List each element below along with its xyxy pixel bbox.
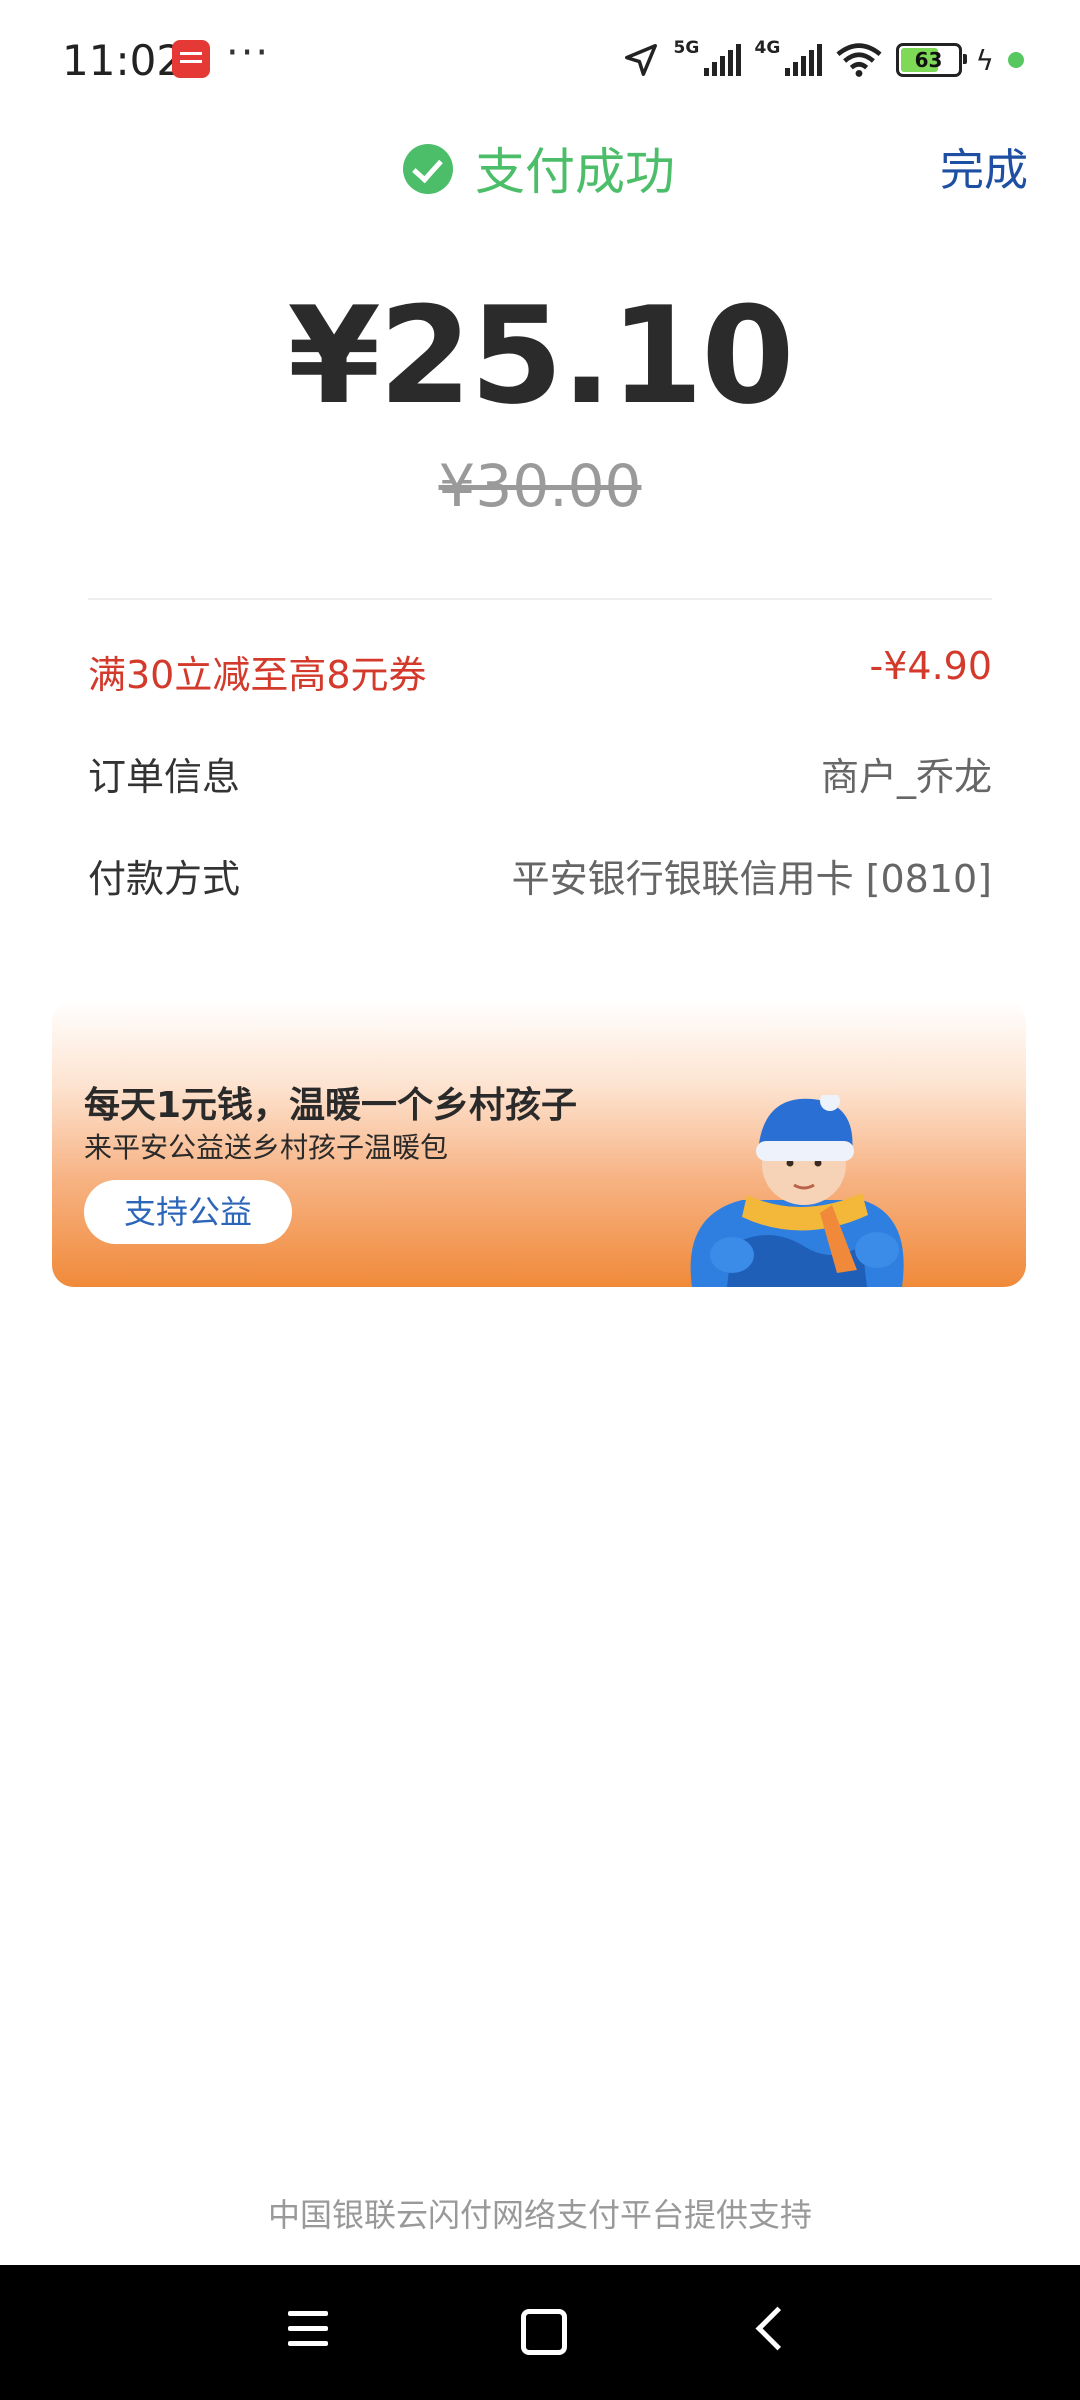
menu-icon[interactable]	[288, 2311, 328, 2351]
paid-amount: ¥25.10	[287, 278, 794, 434]
more-notifications-icon: ···	[226, 30, 271, 76]
privacy-indicator-icon	[1008, 52, 1024, 68]
success-check-icon	[403, 144, 453, 194]
battery-level: 63	[914, 48, 943, 72]
network-4g-label: 4G	[754, 38, 781, 58]
payment-method-row: 付款方式 平安银行银联信用卡 [0810]	[88, 848, 992, 908]
location-arrow-icon	[624, 44, 657, 76]
union-pay-app-icon	[172, 40, 210, 78]
banner-subline: 来平安公益送乡村孩子温暖包	[84, 1131, 449, 1164]
child-illustration	[690, 1095, 904, 1287]
divider	[88, 598, 992, 600]
battery-icon: 63	[895, 43, 967, 77]
payment-method-label: 付款方式	[88, 857, 241, 901]
wifi-icon	[835, 43, 882, 77]
order-info-label: 订单信息	[88, 755, 241, 799]
status-icons: 5G 4G 63 ϟ	[622, 38, 1024, 80]
payment-method-value: 平安银行银联信用卡 [0810]	[511, 857, 992, 901]
original-amount: ¥30.00	[438, 452, 642, 520]
discount-label: 满30立减至高8元券	[88, 653, 427, 697]
discount-value: -¥4.90	[869, 644, 993, 688]
order-info-value: 商户_乔龙	[820, 755, 992, 799]
support-charity-button[interactable]: 支持公益	[84, 1180, 292, 1244]
network-5g-label: 5G	[673, 38, 700, 58]
back-icon[interactable]	[755, 2306, 800, 2351]
status-bar: 11:02 ··· 5G 4G 63 ϟ	[0, 0, 1080, 120]
status-time: 11:02	[62, 36, 184, 85]
order-info-row: 订单信息 商户_乔龙	[88, 746, 992, 806]
signal-5g-icon: 5G	[674, 38, 741, 76]
charity-banner[interactable]: 每天1元钱，温暖一个乡村孩子 来平安公益送乡村孩子温暖包 支持公益	[52, 1000, 1026, 1287]
charging-icon: ϟ	[975, 43, 994, 77]
page-title: 支付成功	[475, 143, 675, 201]
signal-4g-icon: 4G	[755, 38, 822, 76]
home-icon[interactable]	[521, 2309, 567, 2355]
done-button[interactable]: 完成	[940, 134, 1028, 198]
system-nav-bar	[0, 2265, 1080, 2400]
discount-row: 满30立减至高8元券 -¥4.90	[88, 644, 992, 704]
banner-headline: 每天1元钱，温暖一个乡村孩子	[84, 1085, 578, 1126]
footer-note: 中国银联云闪付网络支付平台提供支持	[267, 2196, 812, 2234]
